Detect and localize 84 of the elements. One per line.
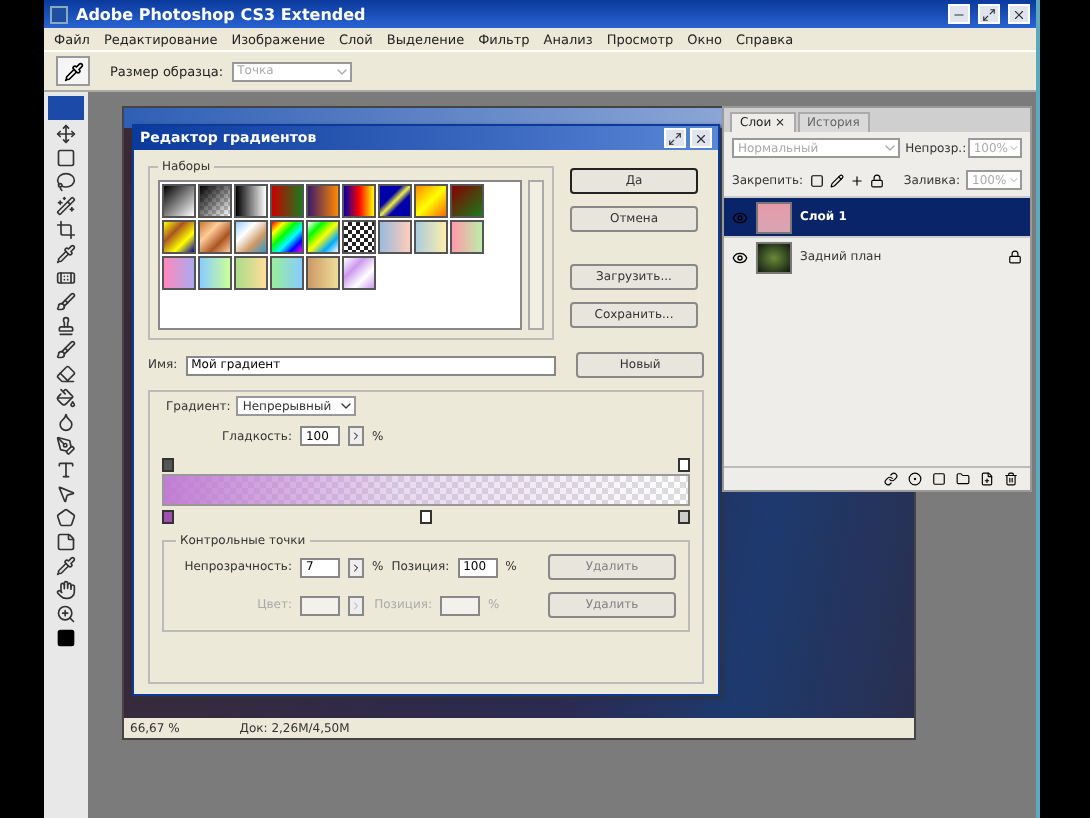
bandage-icon[interactable] (56, 268, 76, 288)
minimize-button[interactable] (948, 4, 970, 24)
hand-icon[interactable] (56, 580, 76, 600)
mask-icon[interactable] (932, 472, 946, 486)
spin-button[interactable] (347, 426, 364, 446)
gradient-swatch[interactable] (342, 184, 376, 218)
color-stop[interactable] (162, 509, 174, 523)
zoom-icon[interactable] (56, 604, 76, 624)
lock-pixels-icon[interactable] (829, 173, 844, 187)
app-logo-icon (48, 96, 84, 120)
eye-icon[interactable] (732, 249, 748, 265)
gradient-swatch[interactable] (306, 220, 340, 254)
lock-all-icon[interactable] (869, 173, 884, 187)
gradient-swatch[interactable] (378, 184, 412, 218)
caret-icon (1008, 174, 1020, 186)
gradient-swatch[interactable] (342, 220, 376, 254)
color-stop[interactable] (678, 509, 690, 523)
opacity-stop[interactable] (162, 457, 174, 471)
crop-icon[interactable] (56, 220, 76, 240)
close-button[interactable] (1008, 4, 1030, 24)
close-icon (1012, 7, 1026, 21)
marquee-icon[interactable] (56, 148, 76, 168)
maximize-button[interactable] (664, 128, 686, 148)
gradient-swatch[interactable] (342, 256, 376, 290)
midpoint-marker[interactable] (420, 509, 432, 523)
pointer-icon[interactable] (56, 484, 76, 504)
eyedropper-icon[interactable] (56, 244, 76, 264)
note-icon[interactable] (56, 532, 76, 552)
lock-transparency-icon[interactable] (809, 173, 824, 187)
shape-icon[interactable] (56, 508, 76, 528)
eyedropper-icon[interactable] (56, 556, 76, 576)
close-icon (694, 131, 708, 145)
caret-icon (350, 561, 362, 573)
stamp-icon[interactable] (56, 316, 76, 336)
style-icon[interactable] (908, 472, 922, 486)
close-button[interactable] (690, 128, 712, 148)
type-icon[interactable] (56, 460, 76, 480)
drop-icon[interactable] (56, 412, 76, 432)
spin-button[interactable] (348, 557, 364, 577)
bucket-icon[interactable] (56, 388, 76, 408)
lasso-icon[interactable] (56, 172, 76, 192)
eraser-icon[interactable] (56, 364, 76, 384)
opacity-stop[interactable] (678, 457, 690, 471)
maximize-icon (668, 131, 682, 145)
gradient-swatch[interactable] (270, 184, 304, 218)
new-layer-icon[interactable] (980, 472, 994, 486)
maximize-button[interactable] (978, 4, 1000, 24)
gradient-swatch[interactable] (306, 184, 340, 218)
caret-icon (349, 430, 362, 442)
gradient-swatch[interactable] (234, 184, 268, 218)
gradient-swatch[interactable] (162, 256, 196, 290)
gradient-swatch[interactable] (450, 220, 484, 254)
lock-position-icon[interactable] (849, 173, 864, 187)
gradient-swatch[interactable] (414, 220, 448, 254)
window-title: Adobe Photoshop CS3 Extended (76, 5, 368, 23)
maximize-icon (982, 7, 996, 21)
gradient-swatch[interactable] (234, 256, 268, 290)
brush-icon[interactable] (56, 292, 76, 312)
foreground-color-swatch[interactable] (56, 628, 76, 648)
app-logo-icon (50, 5, 68, 23)
gradient-swatch[interactable] (198, 256, 232, 290)
gradient-swatch[interactable] (234, 220, 268, 254)
gradient-swatch[interactable] (162, 184, 196, 218)
spin-button[interactable] (348, 595, 364, 615)
gradient-swatch[interactable] (306, 256, 340, 290)
folder-icon[interactable] (956, 472, 970, 486)
wand-icon[interactable] (56, 196, 76, 216)
gradient-swatch[interactable] (414, 184, 448, 218)
caret-icon (350, 599, 362, 611)
caret-icon (881, 140, 898, 156)
brush-icon[interactable] (56, 340, 76, 360)
gradient-swatch[interactable] (198, 184, 232, 218)
gradient-swatch[interactable] (198, 220, 232, 254)
move-icon[interactable] (56, 124, 76, 144)
gradient-swatch[interactable] (450, 184, 484, 218)
tool-preset-button[interactable] (56, 56, 90, 86)
pen-icon[interactable] (56, 436, 76, 456)
caret-icon (1008, 142, 1020, 154)
gradient-swatch[interactable] (270, 256, 304, 290)
link-icon[interactable] (884, 472, 898, 486)
gradient-swatch[interactable] (162, 220, 196, 254)
trash-icon[interactable] (1004, 472, 1018, 486)
gradient-swatch[interactable] (378, 220, 412, 254)
gradient-swatch[interactable] (270, 220, 304, 254)
